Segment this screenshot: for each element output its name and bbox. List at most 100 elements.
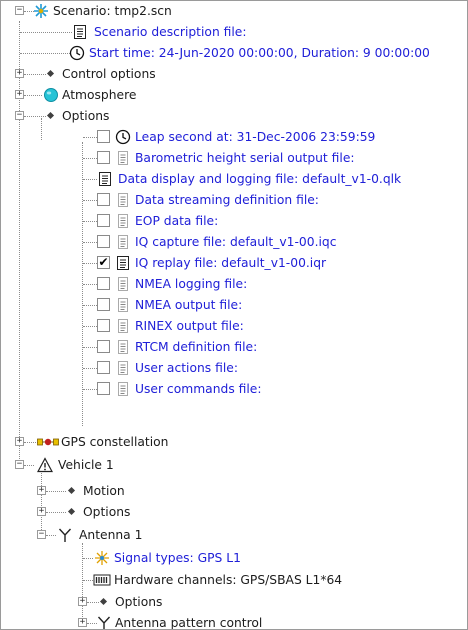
nmea-logging-checkbox[interactable] <box>97 277 110 290</box>
clock-icon <box>69 45 85 61</box>
options-item-eop-data[interactable]: EOP data file: <box>1 211 467 232</box>
rinex-output-checkbox[interactable] <box>97 319 110 332</box>
gps-constellation-label: GPS constellation <box>61 435 169 449</box>
data-display-link[interactable]: Data display and logging file: default_v… <box>118 171 401 187</box>
options-item-nmea-logging[interactable]: NMEA logging file: <box>1 274 467 295</box>
tree-connector <box>24 95 42 96</box>
data-streaming-checkbox[interactable] <box>97 193 110 206</box>
diamond-bullet-icon <box>46 69 55 78</box>
diamond-bullet-icon <box>67 507 76 516</box>
expand-vehicle-options-button[interactable]: + <box>37 507 46 516</box>
tree-node-antenna[interactable]: − Antenna 1 <box>1 525 467 546</box>
tree-connector <box>87 602 99 603</box>
collapse-scenario-button[interactable]: − <box>15 6 24 15</box>
tree-connector <box>83 347 97 348</box>
tree-connector <box>20 53 70 54</box>
options-item-iq-capture[interactable]: IQ capture file: default_v1-00.iqc <box>1 232 467 253</box>
expand-antenna-options-button[interactable]: + <box>78 597 87 606</box>
hardware-channels-label: Hardware channels: GPS/SBAS L1*64 <box>114 573 343 587</box>
antenna-icon <box>58 527 74 543</box>
rinex-output-link[interactable]: RINEX output file: <box>135 318 244 334</box>
tree-connector <box>83 137 97 138</box>
scenario-tree-view[interactable]: − Scenario: tmp2.scn Scenario descriptio… <box>0 0 468 630</box>
user-actions-link[interactable]: User actions file: <box>135 360 238 376</box>
user-commands-checkbox[interactable] <box>97 382 110 395</box>
nmea-output-link[interactable]: NMEA output file: <box>135 297 242 313</box>
tree-node-antenna-pattern-control[interactable]: + Antenna pattern control <box>1 613 467 630</box>
tree-node-signal-types[interactable]: Signal types: GPS L1 <box>1 548 467 569</box>
tree-connector <box>83 558 93 559</box>
tree-node-antenna-options[interactable]: + Options <box>1 592 467 613</box>
vehicle-triangle-icon <box>36 457 54 473</box>
tree-node-vehicle[interactable]: − Vehicle 1 <box>1 455 467 476</box>
control-options-label: Control options <box>62 67 156 81</box>
iq-capture-checkbox[interactable] <box>97 235 110 248</box>
antenna-pattern-control-label: Antenna pattern control <box>115 616 263 630</box>
satellite-constellation-icon <box>37 434 59 450</box>
tree-node-gps-constellation[interactable]: + GPS constellation <box>1 432 467 453</box>
expand-antenna-pattern-button[interactable]: + <box>78 618 87 627</box>
options-item-nmea-output[interactable]: NMEA output file: <box>1 295 467 316</box>
tree-node-options[interactable]: − Options <box>1 106 467 127</box>
tree-node-scenario-description[interactable]: Scenario description file: <box>1 22 467 43</box>
collapse-antenna-button[interactable]: − <box>37 530 46 539</box>
options-item-user-commands[interactable]: User commands file: <box>1 379 467 400</box>
start-time-link[interactable]: Start time: 24-Jun-2020 00:00:00, Durati… <box>89 45 430 61</box>
user-commands-link[interactable]: User commands file: <box>135 381 262 397</box>
barometric-height-checkbox[interactable] <box>97 151 110 164</box>
options-item-leap-second[interactable]: Leap second at: 31-Dec-2006 23:59:59 <box>1 127 467 148</box>
hardware-channels-icon <box>93 572 111 588</box>
vehicle-options-label: Options <box>83 505 131 519</box>
expand-atmosphere-button[interactable]: + <box>15 90 24 99</box>
scenario-description-link[interactable]: Scenario description file: <box>94 24 247 40</box>
file-icon <box>117 318 133 334</box>
iq-replay-link[interactable]: IQ replay file: default_v1-00.iqr <box>135 255 326 271</box>
expand-control-options-button[interactable]: + <box>15 69 24 78</box>
tree-node-scenario[interactable]: − Scenario: tmp2.scn <box>1 1 467 22</box>
tree-node-atmosphere[interactable]: + Atmosphere <box>1 85 467 106</box>
options-item-barometric-height[interactable]: Barometric height serial output file: <box>1 148 467 169</box>
scenario-label: Scenario: tmp2.scn <box>53 4 172 18</box>
options-item-data-streaming[interactable]: Data streaming definition file: <box>1 190 467 211</box>
nmea-output-checkbox[interactable] <box>97 298 110 311</box>
tree-connector <box>46 491 66 492</box>
tree-node-control-options[interactable]: + Control options <box>1 64 467 85</box>
nmea-logging-link[interactable]: NMEA logging file: <box>135 276 247 292</box>
file-icon <box>117 381 133 397</box>
expand-motion-button[interactable]: + <box>37 486 46 495</box>
leap-second-link[interactable]: Leap second at: 31-Dec-2006 23:59:59 <box>135 129 375 145</box>
expand-gps-constellation-button[interactable]: + <box>15 437 24 446</box>
document-icon <box>116 255 132 271</box>
file-icon <box>117 192 133 208</box>
tree-connector <box>83 368 97 369</box>
tree-connector <box>83 580 93 581</box>
tree-node-hardware-channels[interactable]: Hardware channels: GPS/SBAS L1*64 <box>1 570 467 591</box>
tree-node-start-time[interactable]: Start time: 24-Jun-2020 00:00:00, Durati… <box>1 43 467 64</box>
tree-connector <box>83 242 97 243</box>
tree-connector <box>24 116 46 117</box>
eop-data-link[interactable]: EOP data file: <box>135 213 218 229</box>
leap-second-checkbox[interactable] <box>97 130 110 143</box>
iq-replay-checkbox[interactable]: ✔ <box>97 256 110 269</box>
user-actions-checkbox[interactable] <box>97 361 110 374</box>
options-item-rtcm-definition[interactable]: RTCM definition file: <box>1 337 467 358</box>
tree-node-vehicle-options[interactable]: + Options <box>1 502 467 523</box>
iq-capture-link[interactable]: IQ capture file: default_v1-00.iqc <box>135 234 336 250</box>
file-icon <box>117 234 133 250</box>
collapse-options-button[interactable]: − <box>15 111 24 120</box>
rtcm-definition-checkbox[interactable] <box>97 340 110 353</box>
rtcm-definition-link[interactable]: RTCM definition file: <box>135 339 257 355</box>
tree-connector <box>46 535 56 536</box>
options-item-user-actions[interactable]: User actions file: <box>1 358 467 379</box>
options-item-iq-replay[interactable]: ✔ IQ replay file: default_v1-00.iqr <box>1 253 467 274</box>
motion-label: Motion <box>83 484 125 498</box>
tree-connector <box>83 326 97 327</box>
signal-types-link[interactable]: Signal types: GPS L1 <box>114 550 241 566</box>
tree-node-motion[interactable]: + Motion <box>1 481 467 502</box>
options-item-data-display[interactable]: Data display and logging file: default_v… <box>1 169 467 190</box>
eop-data-checkbox[interactable] <box>97 214 110 227</box>
options-item-rinex-output[interactable]: RINEX output file: <box>1 316 467 337</box>
collapse-vehicle-button[interactable]: − <box>15 460 24 469</box>
data-streaming-link[interactable]: Data streaming definition file: <box>135 192 319 208</box>
barometric-height-link[interactable]: Barometric height serial output file: <box>135 150 355 166</box>
